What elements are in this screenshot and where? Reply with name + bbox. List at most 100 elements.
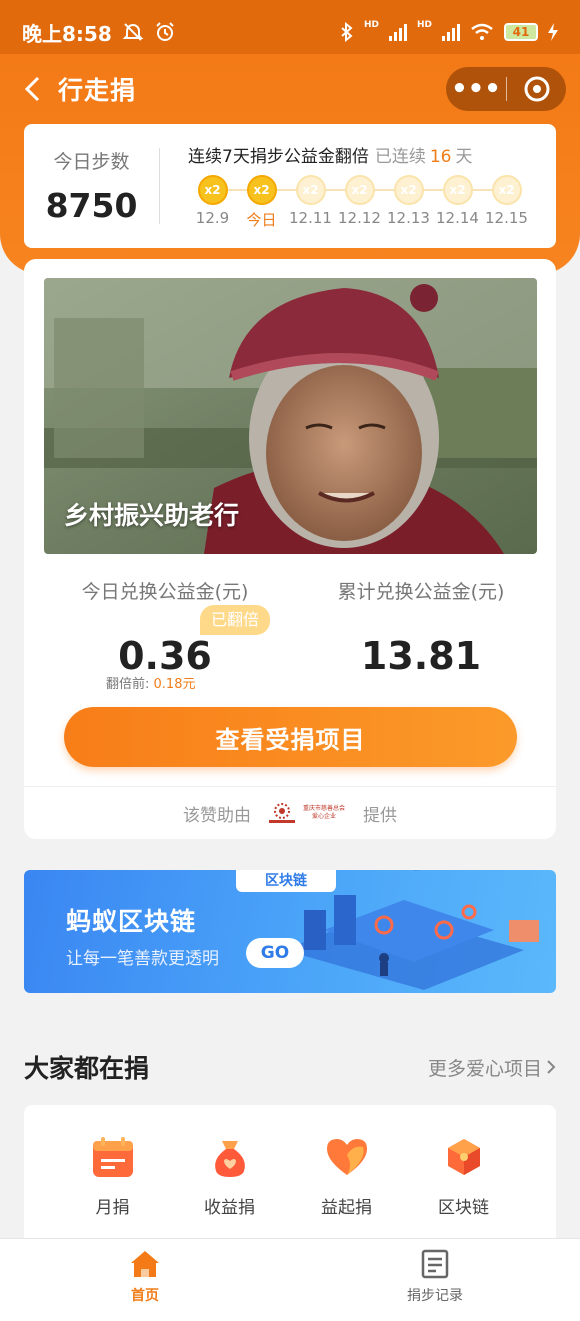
x2-coin-icon: x2 (393, 175, 424, 205)
wifi-icon (471, 23, 493, 40)
money-bag-icon (214, 1141, 245, 1177)
bottom-tab-bar: 首页 捐步记录 (0, 1238, 580, 1321)
x2-coin-icon: x2 (442, 175, 473, 205)
category-monthly[interactable]: 月捐 (54, 1105, 171, 1255)
streak-day: x2 12.9 (188, 175, 237, 230)
category-label: 月捐 (95, 1198, 130, 1218)
tab-records-label: 捐步记录 (407, 1288, 463, 1304)
back-button[interactable] (8, 64, 58, 114)
category-label: 区块链 (438, 1198, 489, 1218)
banner-title: 蚂蚁区块链 (66, 907, 197, 936)
streak-day: x2 12.14 (433, 175, 482, 230)
today-steps: 今日步数 8750 (24, 148, 160, 225)
x2-coin-icon: x2 (344, 175, 375, 205)
project-image[interactable]: 乡村振兴助老行 (44, 278, 537, 554)
x2-coin-icon: x2 (246, 175, 277, 205)
page-title: 行走捐 (58, 76, 137, 105)
blockchain-tag: 区块链 (236, 870, 336, 892)
today-exchange-value: 0.36 (118, 634, 212, 678)
streak-panel: 连续7天捐步公益金翻倍 已连续 16 天 x2 12.9 x2 今日 x2 12.11 x2… (160, 142, 556, 230)
streak-title: 连续7天捐步公益金翻倍 (188, 147, 369, 167)
calendar-icon (92, 1137, 133, 1177)
network-hd-2: HD (416, 20, 432, 30)
steps-value: 8750 (45, 186, 138, 225)
sponsor-suffix: 提供 (363, 805, 397, 826)
streak-header: 连续7天捐步公益金翻倍 已连续 16 天 (188, 142, 556, 167)
alarm-clock-icon (156, 22, 174, 41)
charity-logo-icon (269, 803, 295, 823)
charging-icon (548, 23, 558, 41)
streak-date: 12.9 (195, 209, 230, 227)
tab-home-label: 首页 (131, 1288, 159, 1304)
streak-date: 12.15 (485, 209, 528, 227)
doubled-badge: 已翻倍 (200, 605, 271, 635)
steps-label: 今日步数 (53, 151, 130, 173)
signal-icon (388, 23, 407, 41)
sponsor-logo-text: 重庆市慈善总会 爱心企业 (302, 805, 345, 820)
tab-home[interactable]: 首页 (0, 1239, 290, 1321)
sponsor-prefix: 该赞助由 (183, 805, 251, 826)
total-exchange: 累计兑换公益金(元) 13.81 (296, 577, 546, 678)
section-title: 大家都在捐 (24, 1054, 150, 1083)
go-button[interactable]: GO (246, 938, 304, 968)
more-projects-link[interactable]: 更多爱心项目 (428, 1054, 556, 1081)
view-project-button[interactable]: 查看受捐项目 (64, 707, 517, 767)
chevron-left-icon (24, 76, 40, 102)
project-card: 乡村振兴助老行 今日兑换公益金(元) 0.36 已翻倍 翻倍前: 0.18元 累… (24, 259, 556, 839)
close-mini-program-button[interactable] (507, 75, 566, 103)
streak-day: x2 12.12 (335, 175, 384, 230)
tab-step-records[interactable]: 捐步记录 (290, 1239, 580, 1321)
streak-day: x2 12.11 (286, 175, 335, 230)
mini-program-capsule: ••• (446, 67, 566, 111)
category-label: 益起捐 (321, 1198, 372, 1218)
category-earnings[interactable]: 收益捐 (171, 1105, 288, 1255)
blockchain-banner[interactable]: 区块链 蚂蚁区块链 让每一笔善款更透明 GO (24, 870, 556, 993)
before-label: 翻倍前: (106, 677, 150, 692)
section-header: 大家都在捐 更多爱心项目 (24, 1048, 556, 1086)
more-button[interactable]: ••• (446, 67, 506, 111)
category-together[interactable]: 益起捐 (288, 1105, 405, 1255)
bluetooth-icon (341, 22, 353, 42)
streak-date: 12.14 (436, 209, 479, 227)
x2-coin-icon: x2 (295, 175, 326, 205)
blockchain-cube-icon (447, 1139, 480, 1175)
category-blockchain[interactable]: 区块链 (405, 1105, 522, 1255)
total-exchange-value: 13.81 (360, 634, 482, 678)
document-icon (421, 1249, 449, 1279)
streak-days: 16 (429, 147, 452, 167)
home-icon (131, 1251, 159, 1277)
streak-date: 12.12 (338, 209, 381, 227)
status-time: 晚上8:58 (22, 21, 112, 46)
more-projects-label: 更多爱心项目 (427, 1057, 542, 1080)
total-exchange-label: 累计兑换公益金(元) (337, 581, 505, 603)
sponsor-logo: 重庆市慈善总会 爱心企业 (267, 801, 347, 825)
category-label: 收益捐 (204, 1198, 255, 1218)
mute-bell-icon (122, 23, 144, 41)
streak-day: x2 12.13 (384, 175, 433, 230)
streak-coins: x2 12.9 x2 今日 x2 12.11 x2 12.12 x2 12.13 x2 12… (188, 175, 556, 230)
donation-categories: 月捐 收益捐 益起捐 区块链 (24, 1105, 556, 1255)
streak-suffix: 天 (455, 147, 473, 167)
before-value: 0.18元 (153, 677, 196, 692)
target-icon (524, 76, 549, 102)
steps-card: 今日步数 8750 连续7天捐步公益金翻倍 已连续 16 天 x2 12.9 x2 今日 … (24, 124, 556, 248)
nav-bar: 行走捐 ••• (0, 64, 580, 114)
streak-date: 今日 (246, 211, 277, 229)
signal-icon-2 (442, 23, 460, 41)
banner-subtitle: 让每一笔善款更透明 (66, 949, 219, 969)
today-exchange-label: 今日兑换公益金(元) (81, 581, 249, 603)
streak-date: 12.13 (387, 209, 430, 227)
x2-coin-icon: x2 (491, 175, 522, 205)
x2-coin-icon: x2 (197, 175, 228, 205)
streak-date: 12.11 (289, 209, 332, 227)
heart-icon (326, 1139, 367, 1175)
streak-day: x2 今日 (237, 175, 286, 230)
project-title: 乡村振兴助老行 (64, 501, 240, 530)
before-doubling: 翻倍前: 0.18元 (106, 673, 195, 692)
chevron-right-icon (547, 1060, 556, 1074)
sponsor-row: 该赞助由 重庆市慈善总会 爱心企业 提供 (24, 786, 556, 839)
streak-prefix: 已连续 (374, 147, 426, 167)
network-hd-1: HD (363, 20, 379, 30)
battery-icon: 41 (504, 23, 538, 41)
streak-day: x2 12.15 (482, 175, 531, 230)
